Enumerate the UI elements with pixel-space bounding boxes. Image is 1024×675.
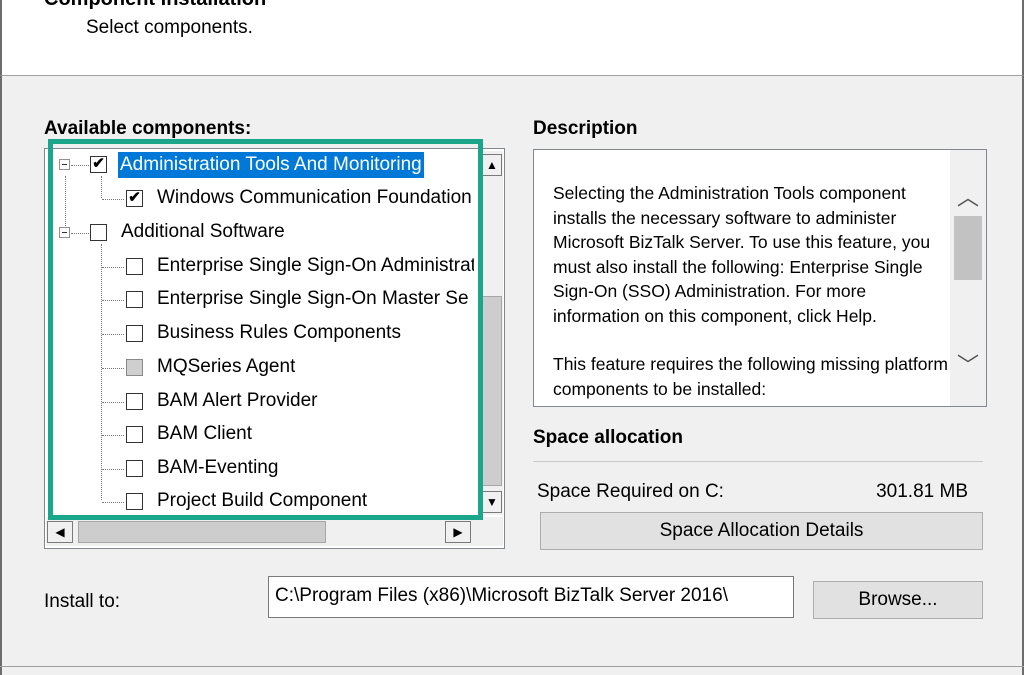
checkbox-sso-master[interactable] (126, 291, 143, 308)
scroll-up-button[interactable]: ▲ (482, 154, 502, 176)
tree-item-sso-admin[interactable]: Enterprise Single Sign-On Administration (157, 255, 474, 277)
tree-line (102, 502, 124, 503)
scroll-down-button[interactable]: ▼ (482, 491, 502, 513)
tree-line (71, 233, 89, 234)
chevron-up-icon[interactable]: ︿ (952, 180, 984, 212)
tree-item-bam-client[interactable]: BAM Client (157, 423, 252, 445)
browse-button[interactable]: Browse... (813, 581, 983, 619)
checkbox-wcf[interactable]: ✔ (126, 190, 143, 207)
install-path-field[interactable]: C:\Program Files (x86)\Microsoft BizTalk… (268, 576, 794, 618)
tree-line (102, 469, 124, 470)
description-paragraph: Selecting the Administration Tools compo… (553, 183, 931, 326)
chevron-down-icon[interactable]: ﹀ (952, 348, 984, 380)
space-required-value: 301.81 MB (876, 481, 968, 502)
tree-line (102, 334, 124, 335)
divider (533, 461, 983, 462)
description-paragraph: This feature requires the following miss… (553, 354, 948, 399)
tree-item-mqseries[interactable]: MQSeries Agent (157, 356, 295, 378)
tree-line (102, 199, 124, 200)
available-components-label: Available components: (44, 118, 252, 139)
checkbox-bam-alert[interactable] (126, 393, 143, 410)
footer-divider (0, 666, 1024, 667)
space-required-label: Space Required on C: (537, 481, 724, 502)
tree-item-project-build[interactable]: Project Build Component (157, 490, 367, 512)
checkbox-admin-tools[interactable]: ✔ (90, 156, 107, 173)
window-border-left (0, 76, 2, 675)
description-text: Selecting the Administration Tools compo… (553, 181, 951, 406)
page-title: Component Installation (44, 0, 266, 11)
tree-item-admin-tools[interactable]: Administration Tools And Monitoring (118, 152, 424, 178)
tree-item-wcf[interactable]: Windows Communication Foundation (157, 187, 474, 209)
space-allocation-label: Space allocation (533, 427, 683, 448)
checkbox-sso-admin[interactable] (126, 258, 143, 275)
tree-line (102, 402, 124, 403)
space-allocation-details-button[interactable]: Space Allocation Details (540, 512, 983, 550)
description-box: Selecting the Administration Tools compo… (533, 149, 987, 407)
tree-vertical-thumb[interactable] (482, 296, 502, 486)
tree-line (101, 176, 102, 198)
install-to-label: Install to: (44, 591, 121, 612)
collapse-toggle-admin[interactable] (59, 159, 70, 170)
checkbox-bam-eventing[interactable] (126, 460, 143, 477)
tree-line (102, 368, 124, 369)
wizard-header: Component Installation Select components… (0, 0, 1024, 76)
tree-line (101, 244, 102, 500)
collapse-toggle-additional[interactable] (59, 227, 70, 238)
scroll-left-button[interactable]: ◀ (47, 521, 73, 543)
tree-item-business-rules[interactable]: Business Rules Components (157, 322, 401, 344)
checkbox-project-build[interactable] (126, 493, 143, 510)
tree-item-bam-eventing[interactable]: BAM-Eventing (157, 457, 278, 479)
page-subtitle: Select components. (86, 17, 253, 38)
tree-item-additional-software[interactable]: Additional Software (121, 221, 285, 243)
tree-line (102, 300, 124, 301)
checkbox-business-rules[interactable] (126, 325, 143, 342)
tree-line (102, 267, 124, 268)
checkbox-bam-client[interactable] (126, 426, 143, 443)
tree-line (71, 165, 89, 166)
tree-line (102, 435, 124, 436)
tree-horizontal-thumb[interactable] (78, 521, 326, 543)
scroll-right-button[interactable]: ▶ (445, 521, 471, 543)
tree-item-bam-alert[interactable]: BAM Alert Provider (157, 390, 318, 412)
description-label: Description (533, 118, 638, 139)
checkbox-additional-software[interactable] (90, 224, 107, 241)
tree-item-sso-master[interactable]: Enterprise Single Sign-On Master Se (157, 288, 474, 310)
description-scroll-thumb[interactable] (954, 216, 982, 280)
checkbox-mqseries (126, 359, 143, 376)
